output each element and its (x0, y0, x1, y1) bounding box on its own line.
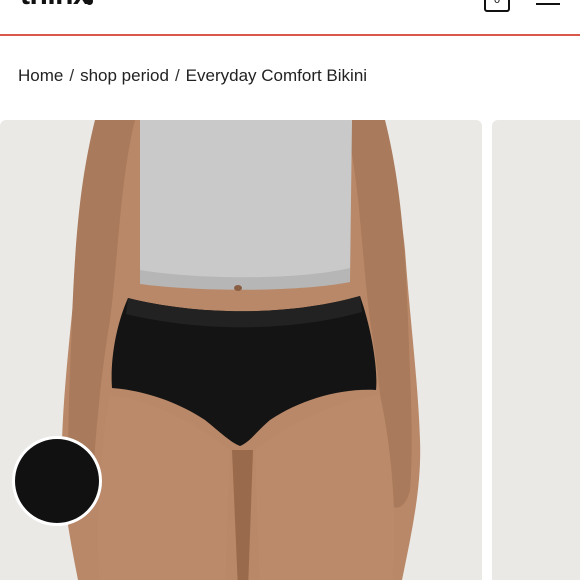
brand-logo[interactable]: thinx (20, 0, 90, 11)
breadcrumb-separator: / (69, 66, 75, 85)
cart-count: 0 (493, 0, 501, 6)
breadcrumb: Home / shop period / Everyday Comfort Bikini (18, 66, 367, 86)
product-page: thinx 0 Home / shop period / Everyday Comfor… (0, 0, 580, 580)
logo-drop-icon (86, 0, 93, 5)
site-header: thinx 0 (0, 0, 580, 36)
logo-text: thinx (20, 0, 90, 11)
breadcrumb-current: Everyday Comfort Bikini (185, 66, 368, 85)
breadcrumb-category[interactable]: shop period (80, 66, 169, 86)
hamburger-menu-icon[interactable] (536, 3, 560, 5)
shopping-bag-icon[interactable]: 0 (484, 0, 510, 12)
next-product-image[interactable] (492, 120, 580, 580)
breadcrumb-home[interactable]: Home (18, 66, 63, 86)
breadcrumb-separator: / (174, 66, 180, 85)
accessibility-icon[interactable] (12, 436, 102, 526)
